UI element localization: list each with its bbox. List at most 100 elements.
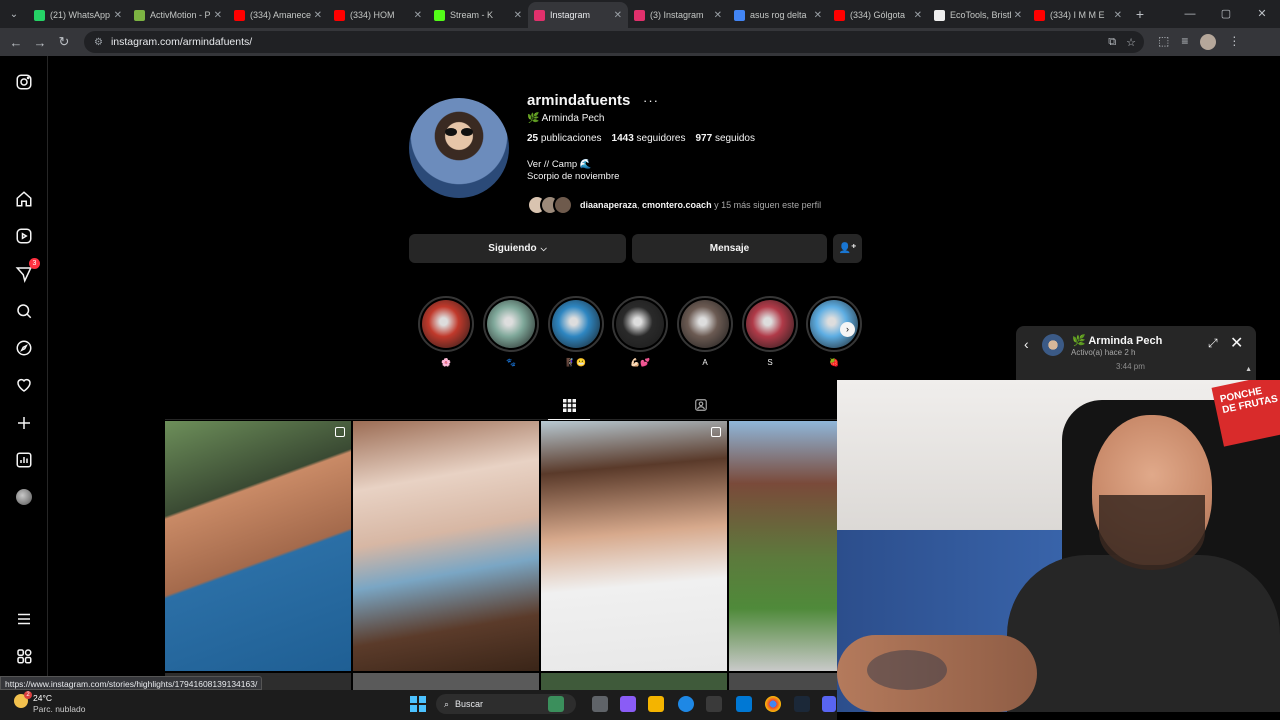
dashboard-icon[interactable] (14, 450, 34, 470)
extensions-icon[interactable]: ⬚ (1158, 34, 1169, 50)
more-menu-icon[interactable] (14, 609, 34, 629)
browser-tab[interactable]: (21) WhatsApp ✕ (28, 2, 128, 28)
following-button[interactable]: Siguiendo ⌵ (409, 234, 626, 263)
chat-status: Activo(a) hace 2 h (1071, 348, 1136, 357)
profile-avatar-icon[interactable] (1200, 34, 1217, 50)
close-tab-icon[interactable]: ✕ (1014, 10, 1022, 21)
notifications-badge: 3 (29, 258, 40, 269)
address-bar[interactable]: ⚙ instagram.com/armindafuents/ ⧉ ☆ (84, 31, 1144, 53)
followed-by[interactable]: diaanaperaza, cmontero.coach y 15 más si… (527, 195, 821, 215)
reels-icon[interactable] (14, 226, 34, 246)
also-from-meta-icon[interactable] (14, 646, 34, 666)
profile-nav-item[interactable] (14, 487, 34, 507)
direct-messages-icon[interactable]: 3 (14, 258, 40, 284)
browser-tab[interactable]: (334) I M M E ✕ (1028, 2, 1128, 28)
chat-popup: ‹ 🌿 Arminda Pech Activo(a) hace 2 h ⤢ ✕ … (1016, 326, 1256, 380)
browser-tab[interactable]: Instagram ✕ (528, 2, 628, 28)
media-controls-icon[interactable]: ≡ (1181, 34, 1188, 50)
options-icon[interactable]: ··· (643, 93, 659, 108)
highlight-ring (677, 296, 733, 352)
start-button[interactable] (410, 696, 426, 712)
close-tab-icon[interactable]: ✕ (314, 10, 322, 21)
chrome-icon[interactable] (765, 696, 781, 712)
browser-tab[interactable]: (334) Gólgota ✕ (828, 2, 928, 28)
maximize-button[interactable]: ▢ (1208, 0, 1244, 28)
create-plus-icon[interactable] (14, 413, 34, 433)
search-icon[interactable] (14, 301, 34, 321)
store-icon[interactable] (706, 696, 722, 712)
widgets-app-icon[interactable] (548, 696, 564, 712)
copilot-icon[interactable] (620, 696, 636, 712)
close-tab-icon[interactable]: ✕ (214, 10, 222, 21)
post-thumbnail[interactable] (541, 421, 727, 671)
story-highlight[interactable]: 🧗🏻‍♀️😬 (548, 296, 604, 368)
tab-posts[interactable] (559, 396, 579, 414)
steam-icon[interactable] (794, 696, 810, 712)
weather-badge: 2 (24, 691, 32, 699)
forward-button[interactable]: → (28, 35, 52, 50)
browser-tab[interactable]: EcoTools, Bristl ✕ (928, 2, 1028, 28)
browser-tab[interactable]: (3) Instagram ✕ (628, 2, 728, 28)
home-icon[interactable] (14, 189, 34, 209)
browser-tab[interactable]: (334) Amanece ✕ (228, 2, 328, 28)
back-button[interactable]: ← (4, 35, 28, 50)
suggest-user-button[interactable]: 👤⁺ (833, 234, 862, 263)
favicon-icon (134, 9, 145, 21)
message-button[interactable]: Mensaje (632, 234, 827, 263)
close-tab-icon[interactable]: ✕ (1114, 10, 1122, 21)
browser-tab[interactable]: asus rog delta ✕ (728, 2, 828, 28)
mail-icon[interactable] (736, 696, 752, 712)
reload-button[interactable]: ↻ (52, 34, 76, 50)
bookmark-star-icon[interactable]: ☆ (1126, 36, 1136, 49)
scroll-up-icon[interactable]: ▲ (1245, 366, 1252, 373)
explore-icon[interactable] (14, 338, 34, 358)
story-highlight[interactable]: 💪🏻💕 (612, 296, 668, 368)
back-icon[interactable]: ‹ (1024, 336, 1029, 352)
chat-contact-name: 🌿 Arminda Pech (1072, 335, 1163, 347)
close-tab-icon[interactable]: ✕ (514, 10, 522, 21)
browser-tab[interactable]: ActivMotion - P ✕ (128, 2, 228, 28)
edge-icon[interactable] (678, 696, 694, 712)
story-highlight[interactable]: A (677, 296, 733, 368)
post-thumbnail[interactable] (729, 421, 837, 671)
chevron-down-icon: ⌵ (540, 243, 547, 253)
expand-icon[interactable]: ⤢ (1208, 336, 1218, 351)
highlight-ring (548, 296, 604, 352)
discord-icon[interactable] (822, 696, 836, 712)
close-tab-icon[interactable]: ✕ (814, 10, 822, 21)
tab-tagged[interactable] (691, 396, 711, 414)
highlight-cover (422, 300, 470, 348)
install-app-icon[interactable]: ⧉ (1108, 36, 1116, 49)
close-tab-icon[interactable]: ✕ (114, 10, 122, 21)
browser-tab[interactable]: Stream - K ✕ (428, 2, 528, 28)
close-tab-icon[interactable]: ✕ (714, 10, 722, 21)
close-tab-icon[interactable]: ✕ (414, 10, 422, 21)
browser-menu-icon[interactable]: ⋮ (1228, 34, 1240, 50)
close-tab-icon[interactable]: ✕ (914, 10, 922, 21)
favicon-icon (634, 9, 645, 21)
following-stat[interactable]: 977 seguidos (695, 133, 755, 144)
post-thumbnail[interactable] (165, 421, 351, 671)
story-highlight[interactable]: S (742, 296, 798, 368)
post-thumbnail[interactable] (353, 421, 539, 671)
profile-full-name: 🌿 Arminda Pech (527, 113, 605, 124)
task-view-icon[interactable] (592, 696, 608, 712)
chevron-right-icon[interactable]: › (840, 322, 855, 337)
profile-stats: 25 publicaciones 1443 seguidores 977 seg… (527, 133, 755, 144)
story-highlight[interactable]: 🌸 (418, 296, 474, 368)
notifications-heart-icon[interactable] (14, 375, 34, 395)
file-explorer-icon[interactable] (648, 696, 664, 712)
story-highlight[interactable]: 🐾 (483, 296, 539, 368)
minimize-button[interactable]: — (1172, 0, 1208, 28)
profile-picture[interactable] (409, 98, 509, 198)
new-tab-button[interactable]: + (1128, 6, 1152, 22)
tab-title: (334) Gólgota (850, 10, 906, 20)
followers-stat[interactable]: 1443 seguidores (612, 133, 686, 144)
close-window-button[interactable]: ✕ (1244, 0, 1280, 28)
tab-search-button[interactable]: ⌄ (0, 0, 28, 28)
browser-tab[interactable]: (334) HOM ✕ (328, 2, 428, 28)
close-tab-icon[interactable]: ✕ (614, 10, 622, 21)
site-info-icon[interactable]: ⚙ (94, 37, 103, 48)
instagram-logo-icon[interactable] (14, 72, 34, 92)
close-icon[interactable]: ✕ (1230, 333, 1243, 353)
